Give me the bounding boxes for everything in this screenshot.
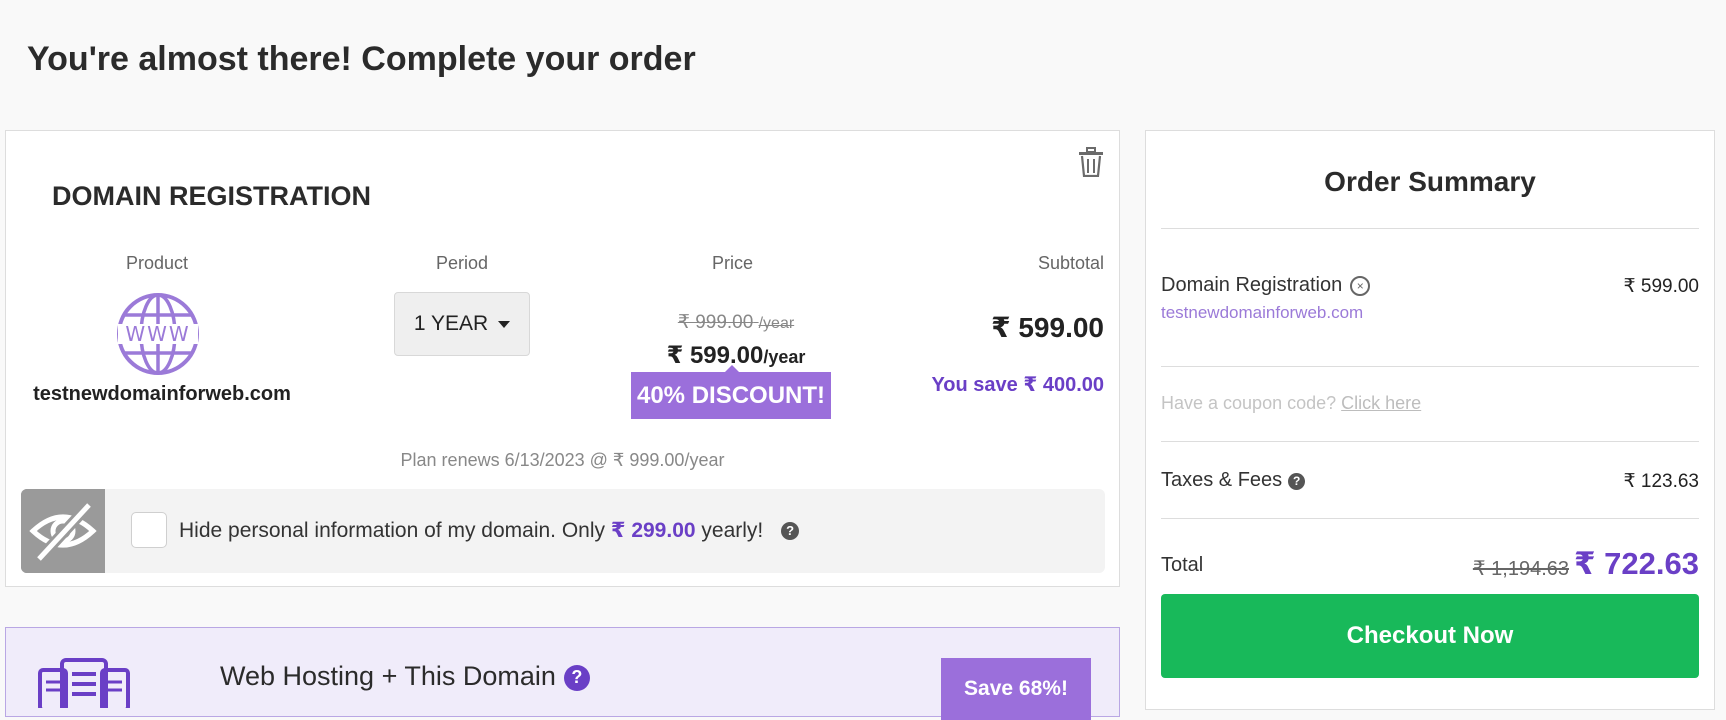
divider (1161, 366, 1699, 367)
domain-name: testnewdomainforweb.com (33, 383, 291, 405)
card-title: DOMAIN REGISTRATION (52, 181, 371, 211)
privacy-text-after: yearly! (701, 519, 764, 542)
hidden-eye-icon (21, 489, 105, 573)
help-icon[interactable]: ? (1288, 472, 1306, 490)
current-price-unit: /year (763, 347, 806, 367)
trash-icon[interactable] (1077, 147, 1105, 177)
period-dropdown[interactable]: 1 YEAR (394, 292, 530, 356)
hosting-icon (38, 658, 130, 708)
checkout-button[interactable]: Checkout Now (1161, 594, 1699, 678)
domain-registration-card: DOMAIN REGISTRATION Product Period Price… (5, 130, 1120, 587)
subtotal-value: ₹ 599.00 (991, 312, 1104, 343)
order-summary-card: Order Summary Domain Registration × ₹ 599… (1145, 130, 1715, 710)
current-price-value: ₹ 599.00 (666, 342, 764, 369)
savings-text: You save ₹ 400.00 (931, 374, 1104, 396)
col-header-subtotal: Subtotal (1037, 253, 1104, 273)
original-price: ₹ 999.00 /year (616, 311, 856, 334)
help-icon[interactable]: ? (563, 664, 590, 691)
summary-item-domain: testnewdomainforweb.com (1161, 303, 1364, 322)
renewal-note: Plan renews 6/13/2023 @ ₹ 999.00/year (400, 450, 725, 470)
privacy-text-before: Hide personal information of my domain. … (179, 519, 606, 542)
caret-down-icon (498, 320, 511, 328)
col-header-price: Price (712, 253, 754, 273)
privacy-label: Hide personal information of my domain. … (179, 518, 800, 543)
divider (1161, 441, 1699, 442)
help-icon[interactable]: ? (781, 521, 800, 540)
privacy-option-row: Hide personal information of my domain. … (21, 489, 1105, 573)
taxes-label: Taxes & Fees? (1161, 469, 1306, 492)
summary-title: Order Summary (1324, 166, 1536, 197)
hosting-title: Web Hosting + This Domain? (220, 661, 590, 692)
coupon-prompt: Have a coupon code? Click here (1161, 393, 1421, 414)
remove-circle-icon[interactable]: × (1350, 276, 1371, 296)
total-label: Total (1161, 554, 1204, 576)
discount-badge: 40% DISCOUNT! (631, 365, 831, 419)
divider (1161, 518, 1699, 519)
total-value: ₹ 722.63 (1574, 546, 1699, 581)
hosting-title-text: Web Hosting + This Domain (220, 661, 556, 691)
taxes-value: ₹ 123.63 (1623, 471, 1699, 492)
period-value: 1 YEAR (413, 312, 489, 335)
original-price-value: ₹ 999.00 (677, 312, 754, 333)
summary-item-label: Domain Registration × (1161, 274, 1371, 297)
coupon-link[interactable]: Click here (1341, 393, 1421, 413)
www-label: WWW (125, 322, 190, 346)
privacy-checkbox[interactable] (131, 512, 167, 548)
page-title: You're almost there! Complete your order (27, 40, 696, 78)
hosting-upsell-card[interactable]: Web Hosting + This Domain? Save 68%! (5, 627, 1120, 720)
col-header-product: Product (126, 253, 189, 273)
divider (1161, 228, 1699, 229)
taxes-text: Taxes & Fees (1161, 469, 1283, 491)
total-original: ₹ 1,194.63 (1472, 558, 1569, 580)
coupon-text: Have a coupon code? (1161, 393, 1337, 413)
original-price-unit: /year (758, 315, 795, 332)
globe-www-icon: WWW (117, 293, 199, 375)
summary-item-value: ₹ 599.00 (1623, 276, 1699, 297)
save-badge: Save 68%! (941, 658, 1091, 720)
summary-item-text: Domain Registration (1161, 274, 1343, 296)
privacy-price: ₹ 299.00 (610, 519, 696, 542)
col-header-period: Period (436, 253, 489, 273)
